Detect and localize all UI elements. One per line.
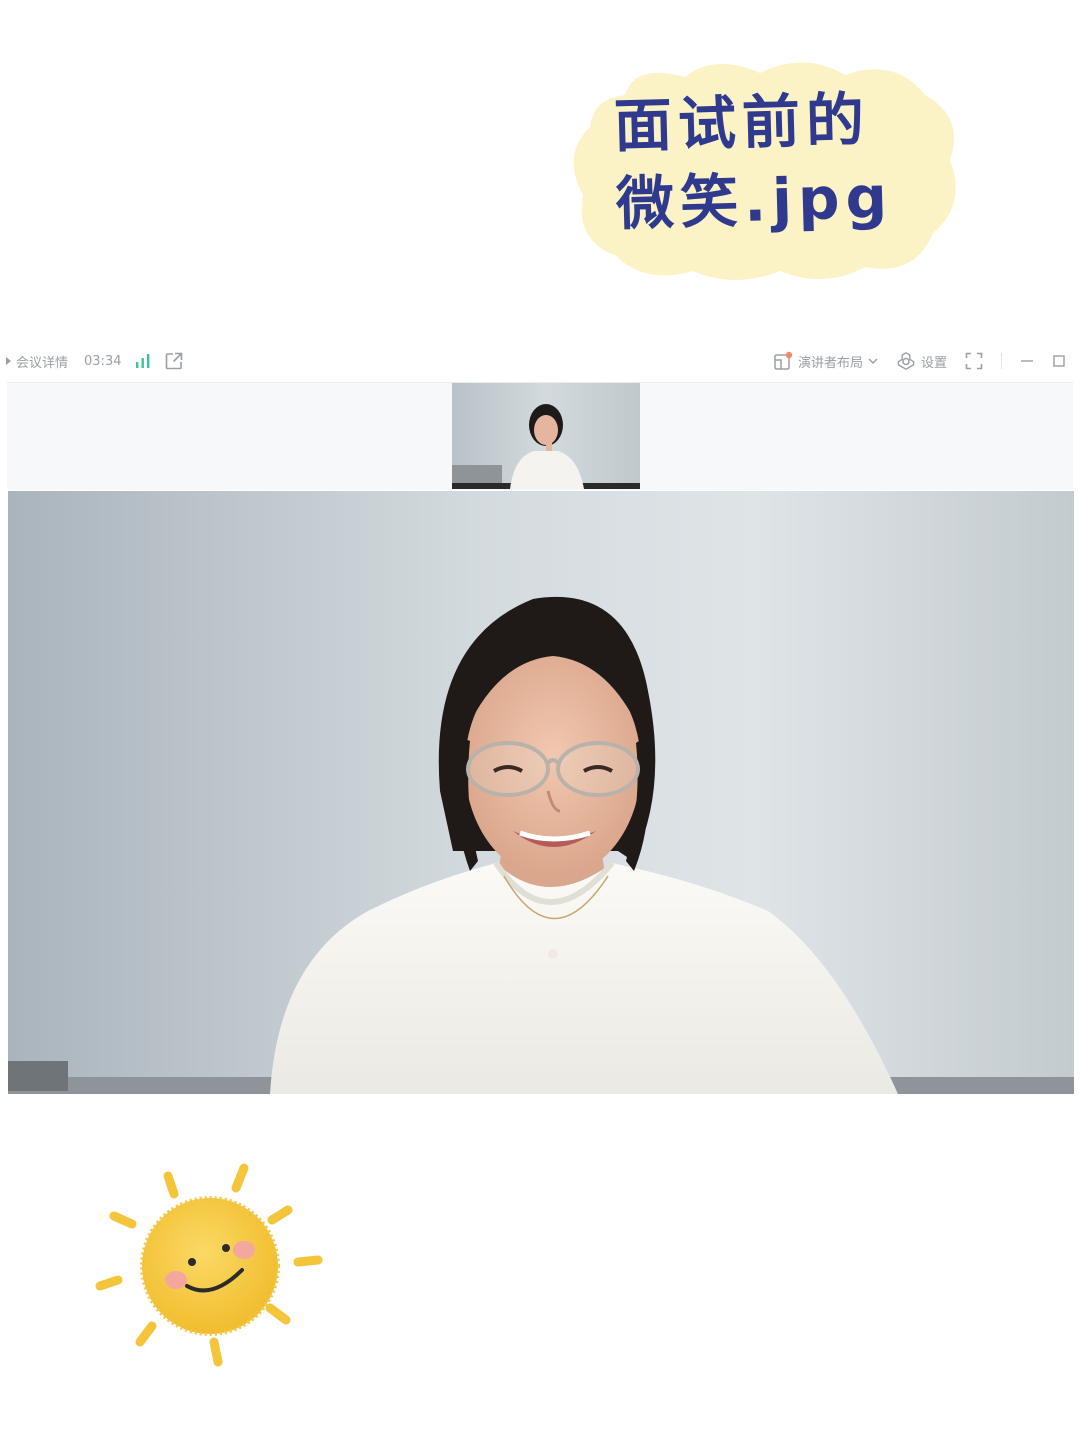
participant-strip: [7, 382, 1073, 490]
settings-button[interactable]: 设置: [896, 351, 947, 371]
title-line-2: 微笑.jpg: [615, 162, 894, 239]
speaker-video-frame: [8, 491, 1074, 1094]
meeting-toolbar: 会议详情 03:34 演讲者布局 设置: [6, 340, 1074, 382]
signal-bars-icon[interactable]: [135, 354, 151, 368]
triangle-right-icon: [6, 357, 11, 365]
meeting-window: 会议详情 03:34 演讲者布局 设置: [6, 340, 1074, 1096]
maximize-icon[interactable]: [1052, 354, 1066, 368]
title-line-1: 面试前的: [613, 85, 871, 161]
layout-label: 演讲者布局: [797, 355, 863, 371]
fullscreen-icon[interactable]: [965, 352, 983, 370]
main-video[interactable]: [8, 491, 1074, 1094]
layout-button[interactable]: 演讲者布局: [773, 351, 878, 371]
toolbar-divider: [1001, 353, 1002, 369]
participant-thumbnail[interactable]: [452, 383, 640, 489]
smiling-sun-sticker: [92, 1158, 328, 1372]
meeting-details-button[interactable]: 会议详情: [6, 352, 68, 371]
gear-icon: [897, 351, 915, 371]
sun-icon: [95, 1163, 323, 1367]
settings-label: 设置: [920, 355, 947, 371]
meeting-timer: 03:34: [84, 353, 122, 369]
title-sticker: 面试前的 微笑.jpg: [565, 55, 965, 285]
page-title: 面试前的 微笑.jpg: [613, 79, 937, 243]
thumbnail-video-frame: [452, 383, 640, 489]
external-link-icon[interactable]: [165, 352, 183, 370]
meeting-details-label: 会议详情: [16, 355, 69, 371]
chevron-down-icon: [868, 358, 878, 365]
layout-icon: [774, 351, 793, 370]
minimize-icon[interactable]: [1020, 354, 1034, 368]
